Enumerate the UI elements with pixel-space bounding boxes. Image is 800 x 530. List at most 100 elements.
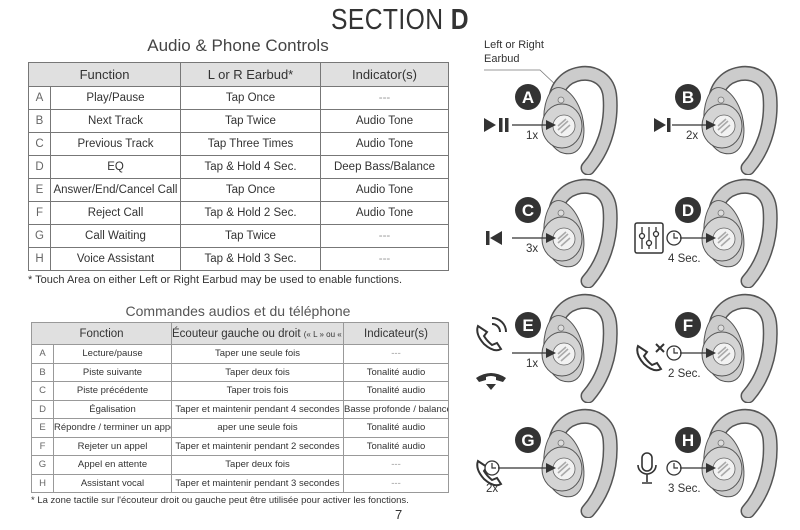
- row-action: Tap Twice: [180, 109, 321, 133]
- row-function: Voice Assistant: [50, 247, 181, 271]
- table-row: G Call Waiting Tap Twice ---: [28, 224, 449, 248]
- row-function: Rejeter un appel: [52, 436, 173, 456]
- english-footnote: * Touch Area on either Left or Right Ear…: [28, 274, 403, 286]
- row-letter: C: [28, 132, 51, 156]
- row-action: Tap & Hold 2 Sec.: [180, 201, 321, 225]
- tap-label: 2 Sec.: [668, 368, 701, 380]
- earbud-illustration: [701, 293, 778, 403]
- row-function: Lecture/pause: [52, 344, 173, 364]
- table-row: G Appel en attente Taper deux fois ---: [31, 455, 450, 475]
- svg-text:H: H: [682, 431, 694, 450]
- header-ecouteur-sub: (« L » ou « R »)*: [303, 329, 343, 339]
- page-number: 7: [395, 507, 403, 522]
- panel-c: C 3x: [470, 173, 630, 288]
- row-letter: H: [31, 473, 54, 493]
- french-footnote: * La zone tactile sur l'écouteur droit o…: [31, 495, 409, 506]
- row-indicator: ---: [320, 224, 449, 248]
- reject-call-icon: [636, 343, 665, 372]
- english-table-title: Audio & Phone Controls: [147, 36, 329, 55]
- row-letter: H: [28, 247, 51, 271]
- row-letter: F: [31, 436, 54, 456]
- tap-label: 2x: [486, 483, 499, 495]
- row-indicator: ---: [343, 473, 450, 493]
- row-indicator: Tonalité audio: [343, 362, 450, 382]
- row-letter: C: [31, 381, 54, 401]
- table-row: H Voice Assistant Tap & Hold 3 Sec. ---: [28, 247, 449, 271]
- earbud-illustration: [541, 293, 618, 403]
- row-indicator: Audio Tone: [320, 132, 449, 156]
- badge-d: D: [675, 197, 701, 223]
- table-row: E Répondre / terminer un appel aper une se…: [31, 418, 450, 438]
- row-function: Reject Call: [50, 201, 181, 225]
- row-action: Taper et maintenir pendant 3 secondes: [171, 473, 345, 493]
- row-letter: B: [28, 109, 51, 133]
- previous-track-icon: [486, 231, 502, 245]
- row-letter: A: [28, 86, 51, 110]
- panel-g: G 2x: [470, 403, 630, 518]
- header-function: Function: [28, 62, 181, 87]
- earbud-illustration: [541, 178, 618, 288]
- microphone-icon: [637, 452, 657, 484]
- row-indicator: Deep Bass/Balance: [320, 155, 449, 179]
- row-letter: D: [31, 399, 54, 419]
- row-action: Taper une seule fois: [171, 344, 345, 364]
- earbud-illustration: [701, 408, 778, 518]
- earbud-illustration: [701, 65, 778, 175]
- row-letter: A: [31, 344, 54, 364]
- earbud-illustration: [541, 408, 618, 518]
- table-row: D EQ Tap & Hold 4 Sec. Deep Bass/Balance: [28, 155, 449, 179]
- row-indicator: Tonalité audio: [343, 381, 450, 401]
- row-indicator: Audio Tone: [320, 109, 449, 133]
- header-indicateur: Indicateur(s): [343, 322, 450, 345]
- row-action: Tap & Hold 3 Sec.: [180, 247, 321, 271]
- row-function: Piste suivante: [52, 362, 173, 382]
- header-earbud: L or R Earbud*: [180, 62, 321, 87]
- panel-a: A 1x: [470, 60, 630, 175]
- french-controls-table: Fonction Écouteur gauche ou droit (« L »…: [30, 322, 450, 493]
- row-letter: E: [31, 418, 54, 438]
- tap-label: 4 Sec.: [668, 253, 701, 265]
- clock-icon: [666, 345, 682, 361]
- table-row: C Previous Track Tap Three Times Audio Tone: [28, 132, 449, 156]
- badge-e: E: [515, 312, 541, 338]
- svg-text:F: F: [683, 316, 693, 335]
- header-indicator: Indicator(s): [320, 62, 449, 87]
- tap-label: 1x: [526, 130, 539, 142]
- clock-icon: [666, 460, 682, 476]
- row-action: Tap & Hold 4 Sec.: [180, 155, 321, 179]
- row-action: Taper deux fois: [171, 455, 345, 475]
- phone-answer-end-icon: [476, 317, 507, 390]
- table-row: B Next Track Tap Twice Audio Tone: [28, 109, 449, 133]
- table-row: D Égalisation Taper et maintenir pendant 4…: [31, 399, 450, 419]
- table-row: B Piste suivante Taper deux fois Tonalité a…: [31, 362, 450, 382]
- row-indicator: ---: [320, 86, 449, 110]
- badge-a: A: [515, 84, 541, 110]
- panel-d: D 4 Sec.: [630, 173, 790, 288]
- header-ecouteur-main: Écouteur gauche ou droit: [172, 327, 301, 340]
- table-header-row: Function L or R Earbud* Indicator(s): [28, 62, 449, 87]
- panel-b: B 2x: [630, 60, 790, 175]
- arrow-icon: [498, 463, 556, 473]
- badge-g: G: [515, 427, 541, 453]
- panel-h: H 3 Sec.: [630, 403, 790, 518]
- row-action: Taper deux fois: [171, 362, 345, 382]
- row-function: EQ: [50, 155, 181, 179]
- section-title: SECTION D: [60, 4, 740, 37]
- badge-h: H: [675, 427, 701, 453]
- tap-label: 2x: [686, 130, 699, 142]
- tap-label: 3x: [526, 243, 539, 255]
- row-letter: B: [31, 362, 54, 382]
- svg-text:C: C: [522, 201, 534, 220]
- panel-e: E 1x: [470, 288, 630, 403]
- clock-icon: [666, 230, 682, 246]
- row-action: Taper et maintenir pendant 2 secondes: [171, 436, 345, 456]
- row-indicator: Tonalité audio: [343, 436, 450, 456]
- row-indicator: Tonalité audio: [343, 418, 450, 438]
- row-function: Égalisation: [52, 399, 173, 419]
- row-action: Tap Once: [180, 86, 321, 110]
- row-letter: D: [28, 155, 51, 179]
- tap-label: 1x: [526, 358, 539, 370]
- row-action: Taper et maintenir pendant 4 secondes: [171, 399, 345, 419]
- table-row: F Reject Call Tap & Hold 2 Sec. Audio Tone: [28, 201, 449, 225]
- badge-f: F: [675, 312, 701, 338]
